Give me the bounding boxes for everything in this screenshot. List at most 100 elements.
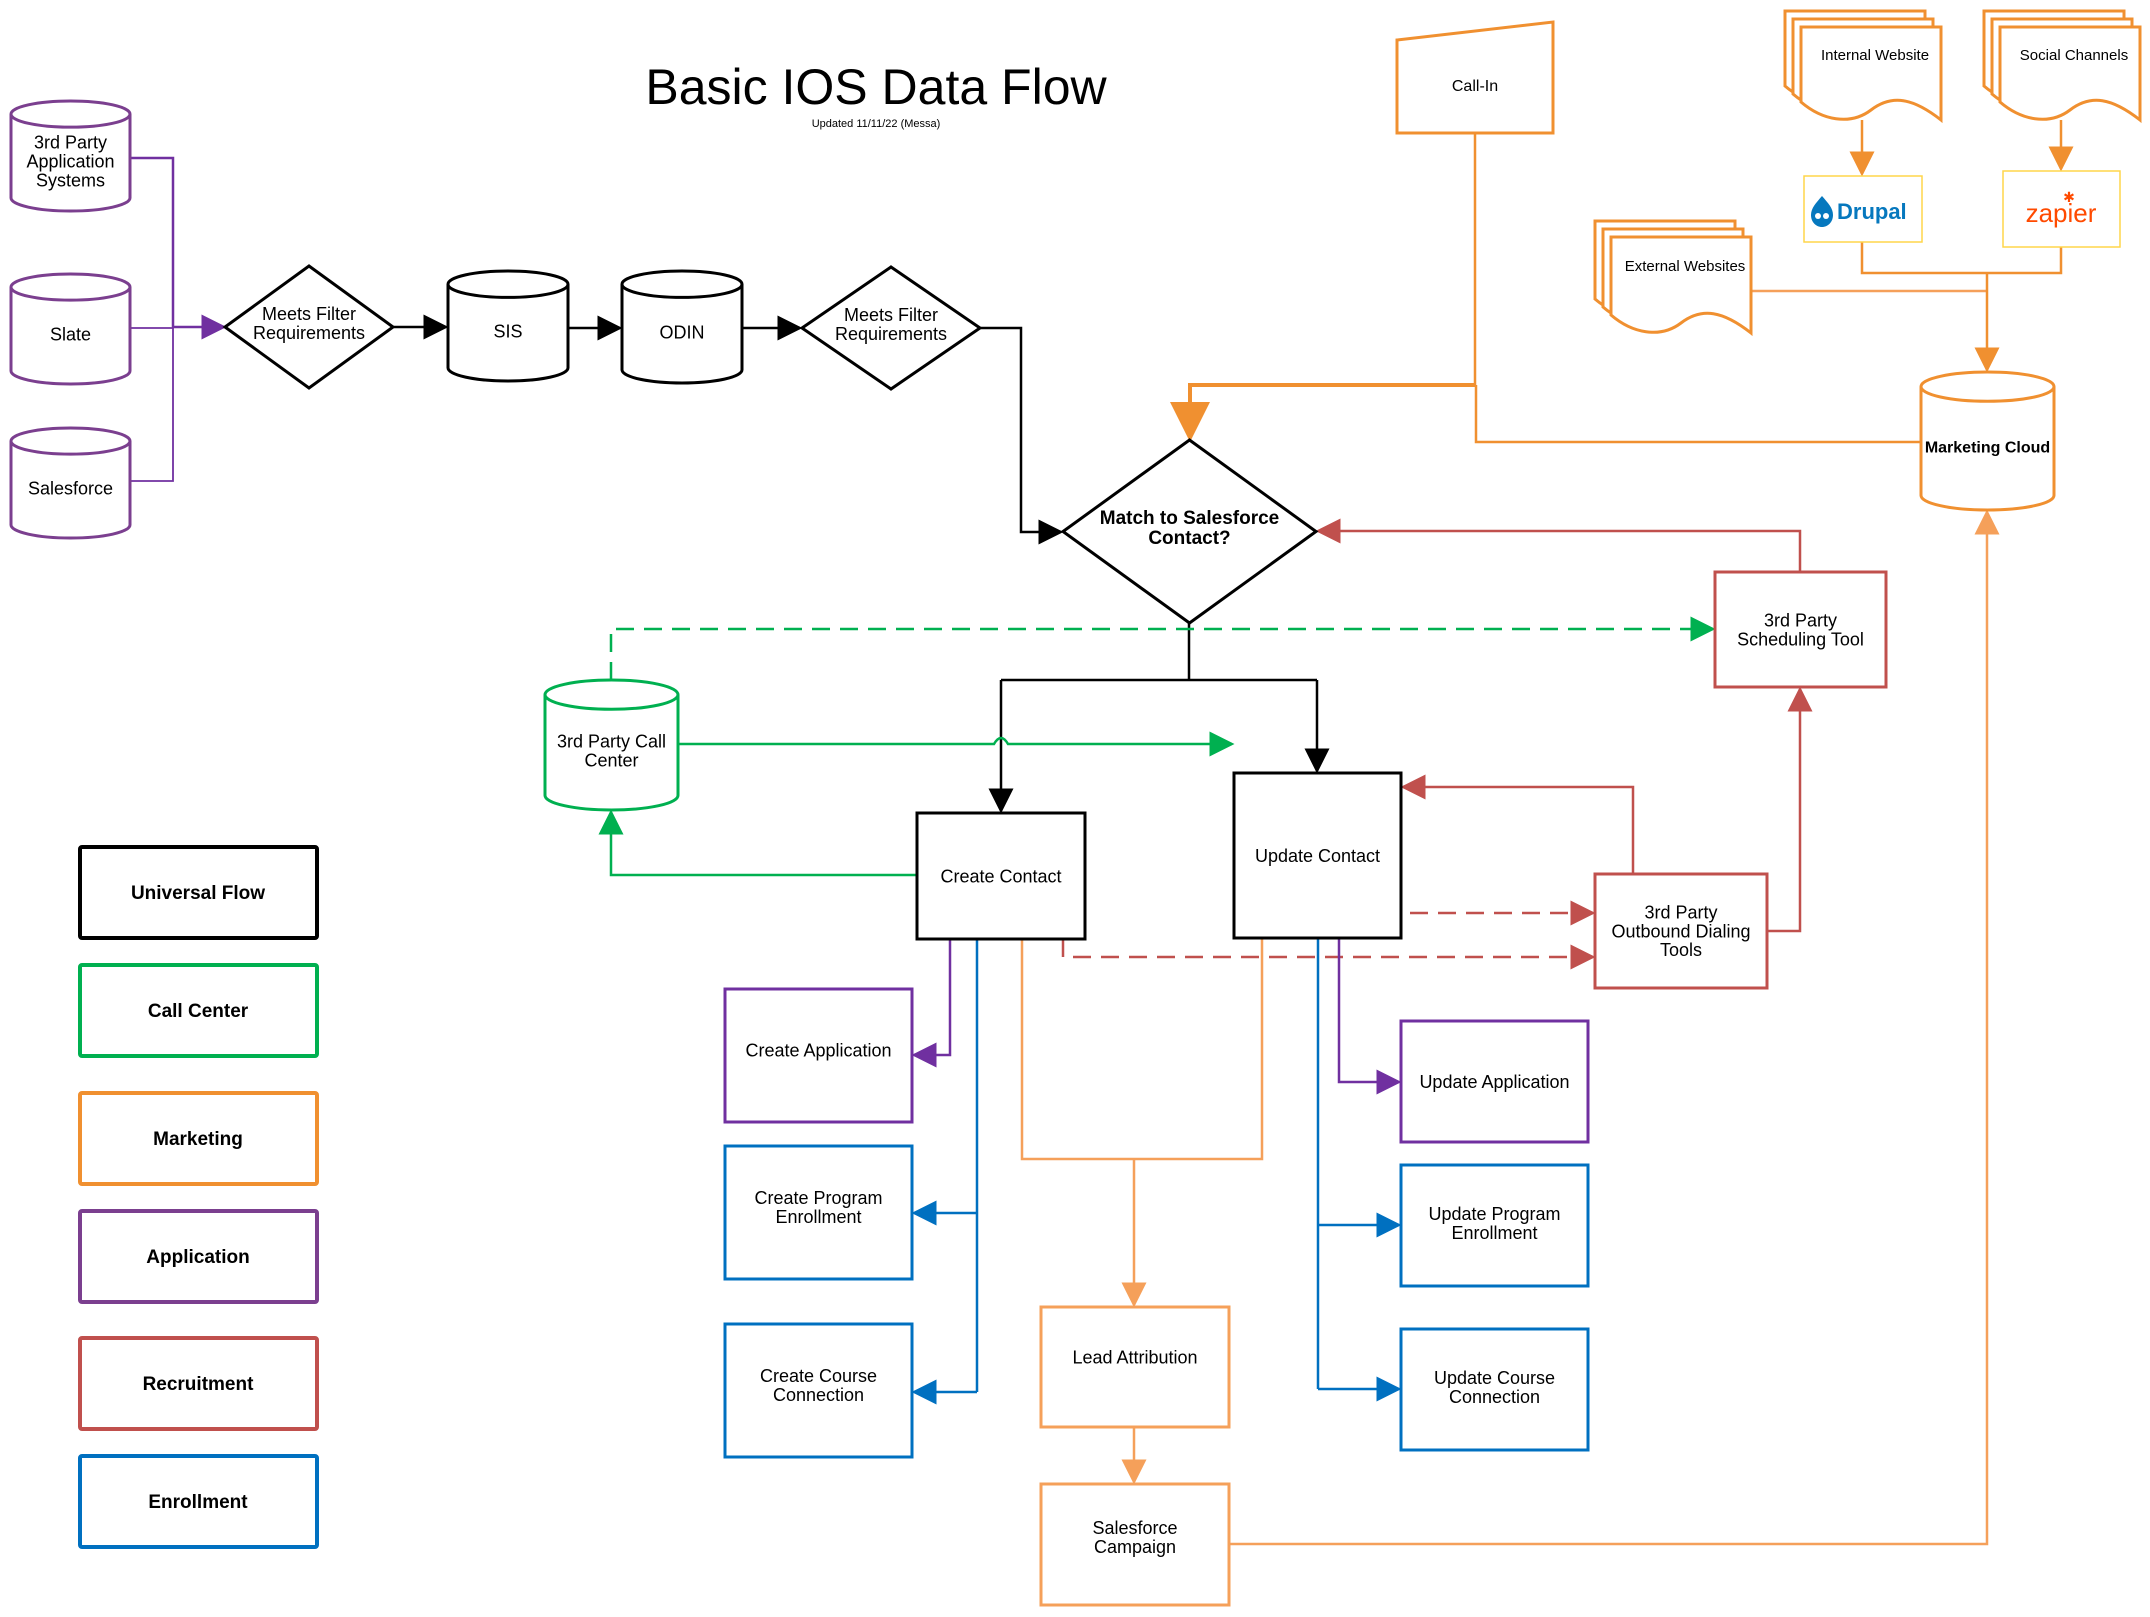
node-update-program-enrollment[interactable]: Update ProgramEnrollment [1399, 1163, 1590, 1288]
node-3rd-party-application-systems[interactable]: 3rd PartyApplicationSystems [9, 99, 132, 213]
legend-label: Marketing [153, 1129, 243, 1150]
node-update-course-connection-label: Update Course [1434, 1368, 1555, 1388]
node-create-course-connection-label: Connection [773, 1385, 864, 1405]
node-internal-website[interactable]: Internal Website [1783, 9, 1943, 124]
node-lead-attribution-label: Lead Attribution [1072, 1348, 1197, 1368]
node-create-application-label: Create Application [745, 1040, 891, 1060]
legend-item-universal-flow: Universal Flow [78, 845, 319, 940]
edge-create-contact-to-outbound [1061, 939, 1596, 970]
node-social-channels-label: Social Channels [2020, 47, 2128, 64]
node-match-to-salesforce-contact-label: Match to Salesforce [1100, 508, 1280, 529]
node-3rd-party-application-systems-label: Application [26, 152, 114, 172]
node-salesforce-campaign[interactable]: SalesforceCampaign [1039, 1482, 1231, 1607]
legend-item-marketing: Marketing [78, 1091, 319, 1186]
node-odin[interactable]: ODIN [620, 269, 744, 385]
edge-create-contact-to-create-application [911, 939, 952, 1068]
node-match-to-salesforce-contact[interactable]: Match to SalesforceContact? [1060, 438, 1319, 625]
node-3rd-party-call-center-label: Center [584, 751, 638, 771]
legend-label: Universal Flow [131, 883, 265, 904]
node-salesforce-campaign-label: Campaign [1094, 1537, 1176, 1557]
node-3rd-party-scheduling-tool-label: Scheduling Tool [1737, 629, 1864, 649]
edge-3rd-party-app-to-filter [130, 156, 175, 327]
node-match-to-salesforce-contact-label: Contact? [1148, 528, 1230, 549]
node-update-course-connection-label: Connection [1449, 1387, 1540, 1407]
page-title: Basic IOS Data Flow [645, 59, 1107, 115]
node-create-course-connection[interactable]: Create CourseConnection [723, 1322, 914, 1459]
node-create-contact-label: Create Contact [940, 866, 1061, 886]
node-3rd-party-outbound-dialing-tools-label: Outbound Dialing [1611, 921, 1750, 941]
edge-update-contact-to-update-application [1337, 938, 1402, 1095]
edge-create-contact-to-call-center [598, 809, 917, 877]
node-odin-label: ODIN [660, 323, 705, 343]
drupal-logo-text: Drupal [1837, 199, 1907, 224]
node-salesforce-label: Salesforce [28, 479, 113, 499]
legend-label: Application [146, 1247, 249, 1268]
node-lead-attribution[interactable]: Lead Attribution [1039, 1305, 1231, 1429]
node-3rd-party-scheduling-tool-label: 3rd Party [1764, 610, 1837, 630]
node-external-websites-label: External Websites [1625, 258, 1746, 275]
node-drupal[interactable]: Drupal [1803, 175, 1923, 243]
node-3rd-party-scheduling-tool[interactable]: 3rd PartyScheduling Tool [1713, 570, 1888, 689]
edge-contacts-to-lead-attribution [1020, 938, 1264, 1161]
node-meets-filter-requirements-1-label: Meets Filter [262, 304, 356, 324]
node-create-program-enrollment-label: Create Program [754, 1188, 882, 1208]
edge-update-contact-to-outbound [1377, 900, 1596, 938]
node-salesforce[interactable]: Salesforce [9, 426, 132, 540]
node-update-contact-label: Update Contact [1255, 846, 1380, 866]
node-zapier[interactable]: ✱ zapier [2002, 170, 2121, 248]
node-3rd-party-application-systems-label: 3rd Party [34, 133, 107, 153]
node-3rd-party-call-center[interactable]: 3rd Party CallCenter [543, 678, 680, 812]
zapier-logo-text: zapier [2026, 198, 2097, 228]
node-meets-filter-requirements-2-label: Meets Filter [844, 305, 938, 325]
node-update-contact[interactable]: Update Contact [1232, 771, 1403, 940]
node-salesforce-campaign-label: Salesforce [1092, 1518, 1177, 1538]
document-front [1998, 25, 2142, 124]
legend-item-enrollment: Enrollment [78, 1454, 319, 1549]
node-update-application[interactable]: Update Application [1399, 1019, 1590, 1144]
legend: Universal Flow Call Center Marketing Applic… [78, 845, 319, 1549]
node-external-websites[interactable]: External Websites [1593, 219, 1753, 337]
node-3rd-party-call-center-label: 3rd Party Call [557, 732, 666, 752]
legend-label: Enrollment [148, 1492, 248, 1513]
edge-outbound-to-update-contact [1400, 774, 1635, 874]
node-call-in-label: Call-In [1452, 78, 1498, 95]
node-marketing-cloud[interactable]: Marketing Cloud [1919, 370, 2056, 512]
node-meets-filter-requirements-1[interactable]: Meets FilterRequirements [222, 264, 396, 390]
edge-match-split [1001, 623, 1317, 682]
node-create-program-enrollment[interactable]: Create ProgramEnrollment [723, 1144, 914, 1281]
node-3rd-party-outbound-dialing-tools-label: Tools [1660, 940, 1702, 960]
node-create-program-enrollment-label: Enrollment [775, 1207, 861, 1227]
edge-call-in-to-marketing-cloud [1474, 385, 1921, 444]
edge-call-center-to-update-contact [678, 731, 1235, 757]
node-create-application[interactable]: Create Application [723, 987, 914, 1124]
node-slate-label: Slate [50, 325, 91, 345]
node-3rd-party-application-systems-label: Systems [36, 170, 105, 190]
node-call-in[interactable]: Call-In [1395, 20, 1555, 135]
legend-label: Call Center [148, 1001, 249, 1022]
edge-call-center-to-scheduling [609, 616, 1716, 680]
edge-outbound-to-scheduling [1767, 686, 1813, 933]
node-update-program-enrollment-label: Enrollment [1451, 1223, 1537, 1243]
node-slate[interactable]: Slate [9, 272, 132, 386]
document-front [1609, 235, 1753, 337]
node-sis-label: SIS [493, 322, 522, 342]
node-create-contact[interactable]: Create Contact [915, 811, 1087, 941]
node-3rd-party-outbound-dialing-tools-label: 3rd Party [1644, 902, 1717, 922]
node-social-channels[interactable]: Social Channels [1982, 9, 2142, 124]
edge-call-in-to-match [1170, 383, 1476, 442]
page-subtitle: Updated 11/11/22 (Messa) [812, 118, 941, 130]
node-sis[interactable]: SIS [446, 269, 570, 383]
node-marketing-cloud-label: Marketing Cloud [1925, 439, 2050, 456]
node-meets-filter-requirements-2[interactable]: Meets FilterRequirements [799, 265, 983, 391]
node-update-application-label: Update Application [1419, 1072, 1569, 1092]
node-update-course-connection[interactable]: Update CourseConnection [1399, 1327, 1590, 1452]
node-meets-filter-requirements-2-label: Requirements [835, 324, 947, 344]
legend-label: Recruitment [143, 1374, 255, 1395]
edge-scheduling-to-match [1315, 518, 1802, 572]
node-3rd-party-outbound-dialing-tools[interactable]: 3rd PartyOutbound DialingTools [1593, 872, 1769, 990]
node-internal-website-label: Internal Website [1821, 47, 1929, 64]
legend-item-call-center: Call Center [78, 963, 319, 1058]
node-meets-filter-requirements-1-label: Requirements [253, 323, 365, 343]
edge-filter2-to-match [980, 326, 1064, 545]
node-create-course-connection-label: Create Course [760, 1366, 877, 1386]
